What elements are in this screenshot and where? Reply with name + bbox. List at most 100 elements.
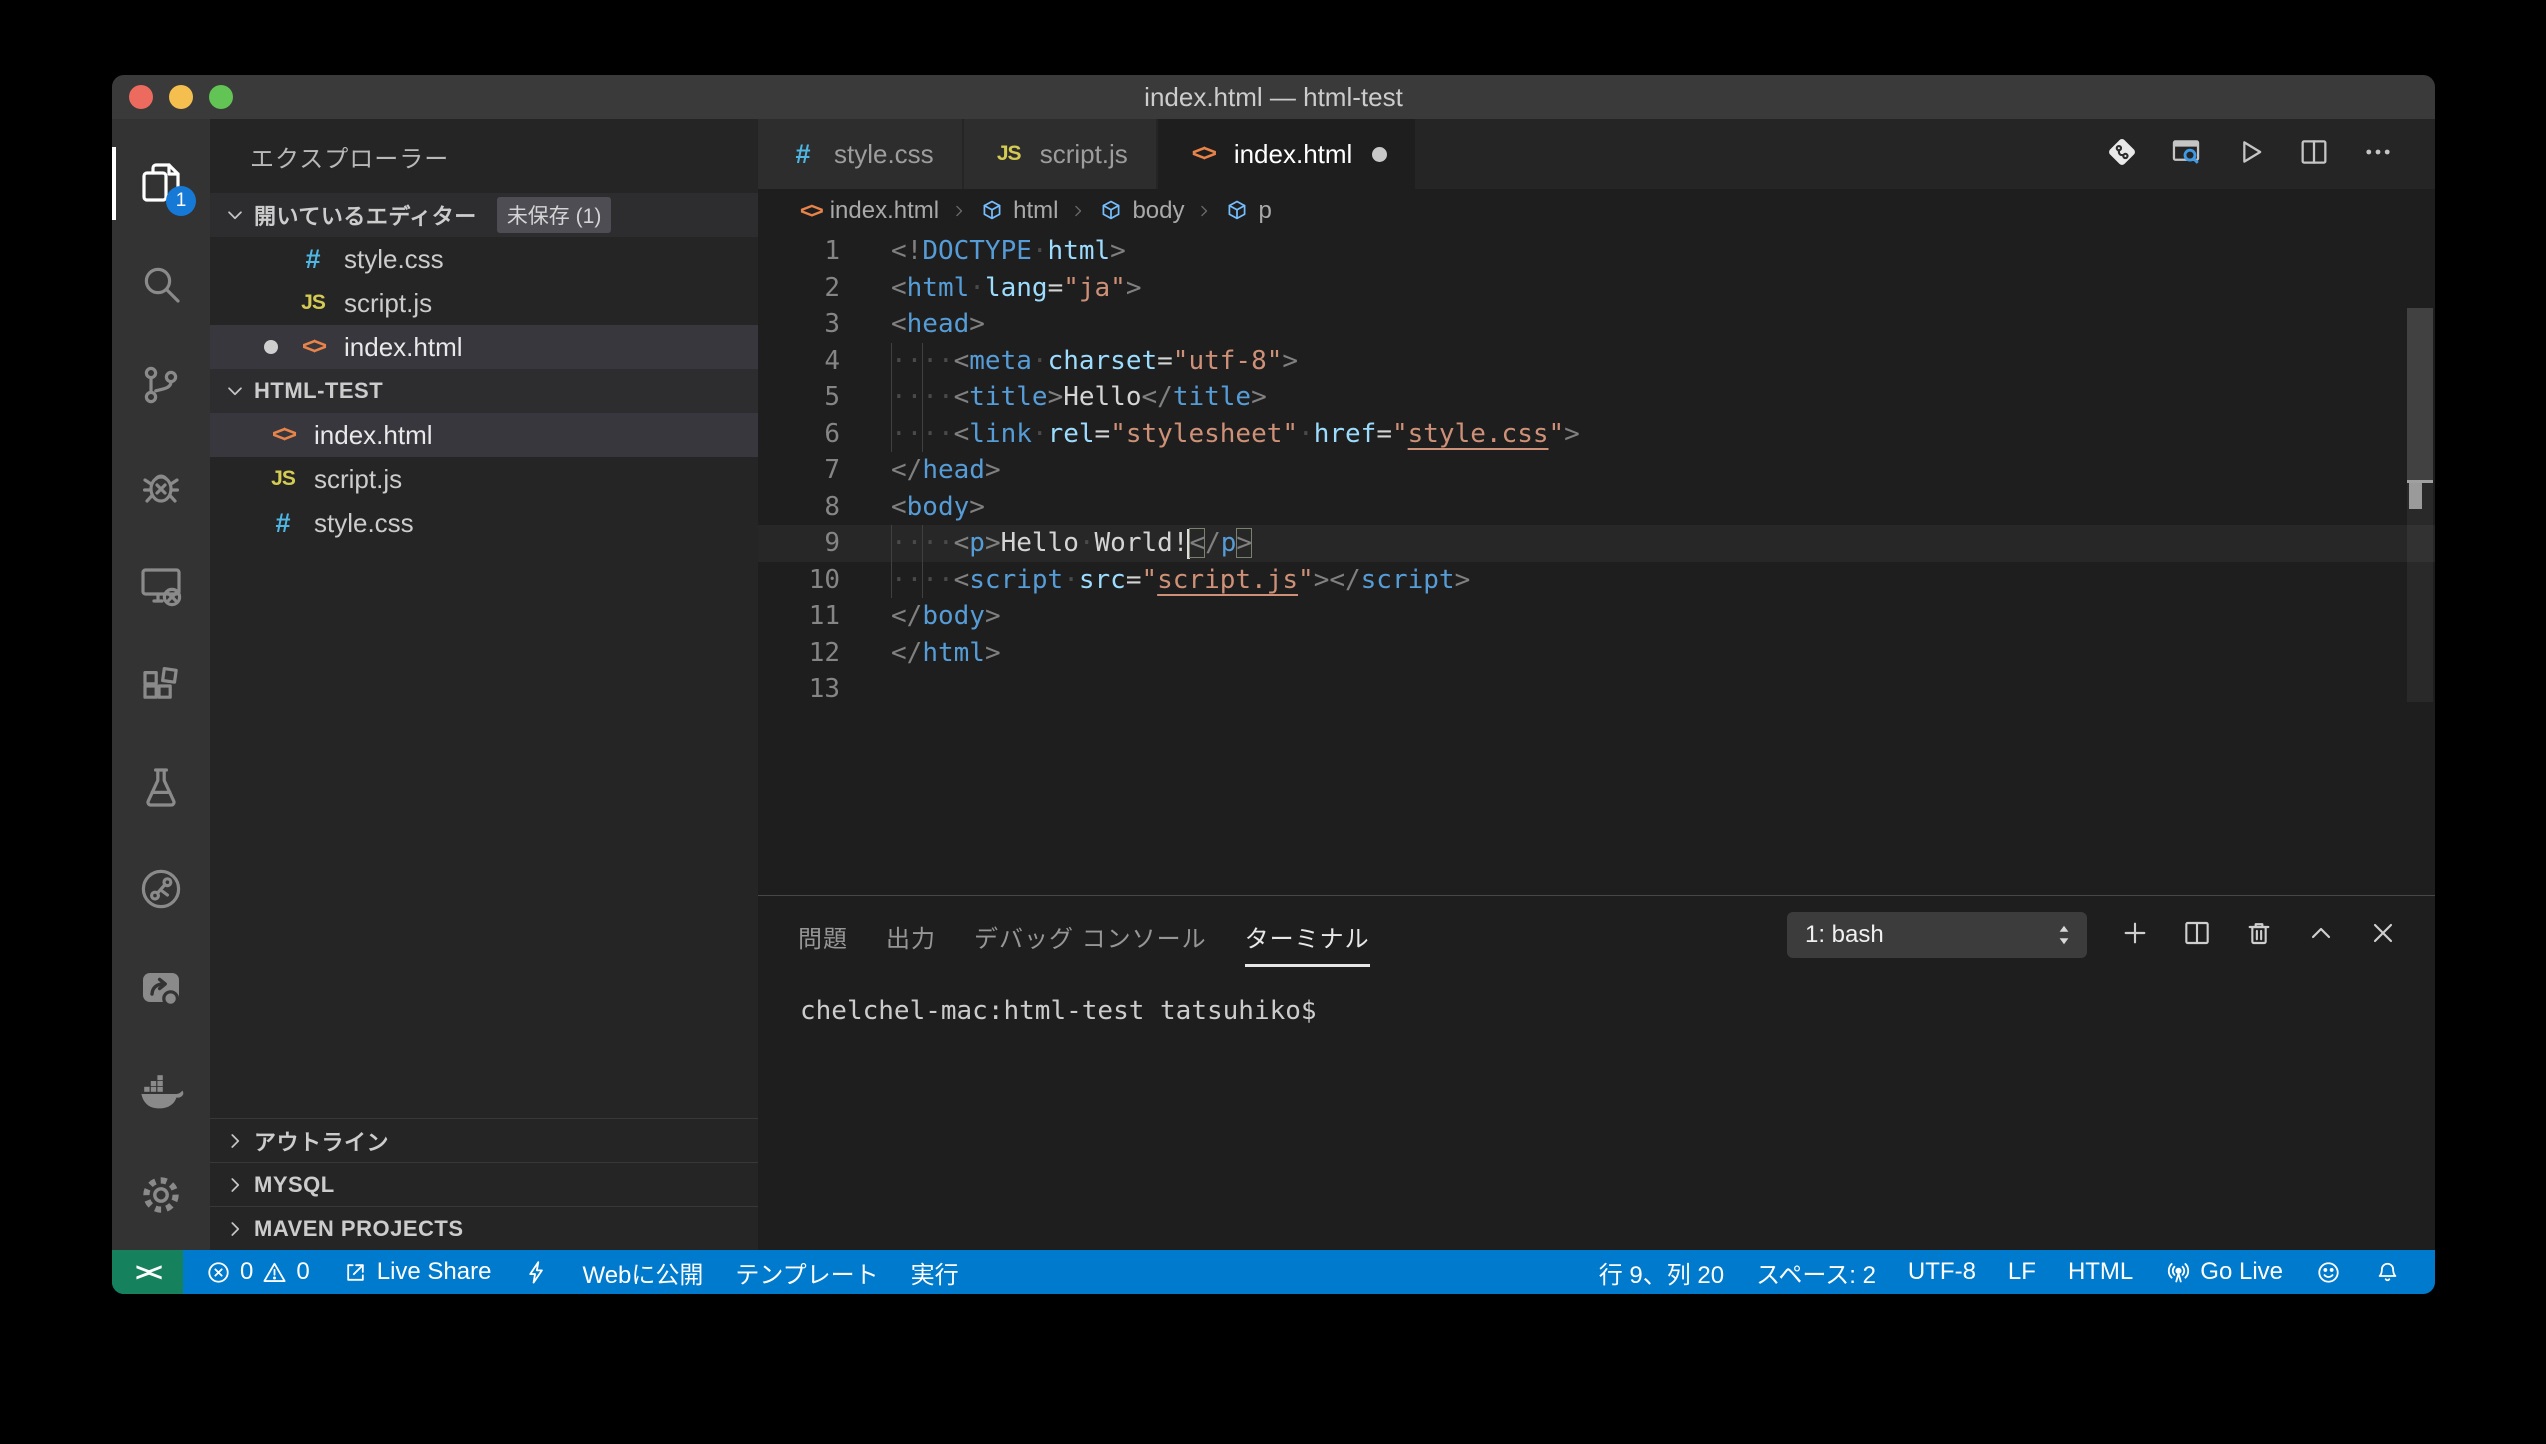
status-encoding[interactable]: UTF-8 [1892, 1250, 1992, 1294]
section-アウトライン[interactable]: アウトライン [210, 1118, 758, 1162]
code-line-10[interactable]: 10····<script·src="script.js"></script> [758, 562, 2435, 599]
preview-button[interactable] [2169, 135, 2203, 174]
code-line-7[interactable]: 7</head> [758, 452, 2435, 489]
css-file-icon: # [266, 508, 300, 539]
warning-icon [261, 1259, 288, 1286]
play-button[interactable] [2233, 135, 2267, 174]
close-window-button[interactable] [129, 85, 153, 109]
status-indentation[interactable]: スペース: 2 [1740, 1250, 1892, 1294]
line-number: 11 [758, 598, 858, 635]
file-script.js[interactable]: JSscript.js [210, 281, 758, 325]
activity-live-share[interactable] [112, 939, 210, 1040]
activity-extensions[interactable] [112, 637, 210, 738]
status-text: Go Live [2200, 1258, 2283, 1286]
css-file-icon: # [786, 139, 820, 170]
tab-index.html[interactable]: <>index.html [1158, 119, 1416, 189]
breadcrumb-index.html[interactable]: <>index.html [800, 197, 939, 225]
file-index.html[interactable]: <>index.html [210, 413, 758, 457]
remote-indicator[interactable]: >< [112, 1250, 183, 1294]
terminal[interactable]: chelchel-mac:html-test tatsuhiko$ [758, 974, 2435, 1250]
close-panel-button[interactable] [2367, 917, 2399, 954]
file-name-label: index.html [344, 332, 463, 363]
activity-explorer[interactable]: 1 [112, 133, 210, 234]
line-number: 6 [758, 416, 858, 453]
status-go-live[interactable]: Go Live [2149, 1250, 2299, 1294]
maximize-panel-button[interactable] [2305, 917, 2337, 954]
code-line-8[interactable]: 8<body> [758, 489, 2435, 526]
code-editor[interactable]: 1<!DOCTYPE·html>2<html·lang="ja">3<head>… [758, 233, 2435, 895]
split-button[interactable] [2297, 135, 2331, 174]
activity-test-explorer[interactable] [112, 737, 210, 838]
split-terminal-button[interactable] [2181, 917, 2213, 954]
line-number: 1 [758, 233, 858, 270]
zoom-window-button[interactable] [209, 85, 233, 109]
status-eol[interactable]: LF [1992, 1250, 2052, 1294]
panel-tab-problems[interactable]: 問題 [798, 903, 848, 967]
code-line-3[interactable]: 3<head> [758, 306, 2435, 343]
code-line-4[interactable]: 4····<meta·charset="utf-8"> [758, 343, 2435, 380]
live-share-icon [137, 965, 185, 1013]
tab-script.js[interactable]: JSscript.js [964, 119, 1156, 189]
activity-git-graph[interactable] [112, 838, 210, 939]
kill-terminal-button[interactable] [2243, 917, 2275, 954]
code-line-12[interactable]: 12</html> [758, 635, 2435, 672]
activity-debug[interactable] [112, 435, 210, 536]
section-mysql[interactable]: MYSQL [210, 1162, 758, 1206]
status-web-publish[interactable]: Webに公開 [566, 1250, 719, 1294]
open-editors-section-header[interactable]: 開いているエディター 未保存 (1) [210, 193, 758, 237]
code-line-11[interactable]: 11</body> [758, 598, 2435, 635]
status-run[interactable]: 実行 [895, 1250, 975, 1294]
status-live-share[interactable]: Live Share [326, 1250, 508, 1294]
status-cursor-position[interactable]: 行 9、列 20 [1583, 1250, 1740, 1294]
explorer-sidebar: エクスプローラー 開いているエディター 未保存 (1) #style.cssJS… [210, 119, 758, 1250]
breadcrumb-body[interactable]: body [1098, 197, 1184, 225]
ellipsis-button[interactable] [2361, 135, 2395, 174]
breadcrumb-html[interactable]: html [979, 197, 1058, 225]
panel-tab-output[interactable]: 出力 [886, 903, 936, 967]
activity-search[interactable] [112, 234, 210, 335]
git-compare-button[interactable] [2105, 135, 2139, 174]
project-section-header[interactable]: HTML-TEST [210, 369, 758, 413]
remote-explorer-icon [137, 562, 185, 610]
section-maven-projects[interactable]: MAVEN PROJECTS [210, 1206, 758, 1250]
minimize-window-button[interactable] [169, 85, 193, 109]
sidebar-bottom-sections: アウトラインMYSQLMAVEN PROJECTS [210, 1118, 758, 1250]
indent-guide [922, 379, 923, 416]
code-line-5[interactable]: 5····<title>Hello</title> [758, 379, 2435, 416]
cube-icon [1224, 198, 1250, 224]
file-script.js[interactable]: JSscript.js [210, 457, 758, 501]
status-publish-bolt[interactable] [507, 1250, 566, 1294]
activity-remote-explorer[interactable] [112, 536, 210, 637]
activity-source-control[interactable] [112, 334, 210, 435]
code-line-9[interactable]: 9····<p>Hello·World!</p> [758, 525, 2435, 562]
split-icon [2297, 135, 2331, 169]
tab-label: index.html [1234, 139, 1353, 170]
activity-docker[interactable] [112, 1040, 210, 1141]
activity-settings[interactable] [112, 1140, 210, 1250]
file-style.css[interactable]: #style.css [210, 237, 758, 281]
tab-style.css[interactable]: #style.css [758, 119, 962, 189]
terminal-picker[interactable]: 1: bash [1787, 912, 2087, 958]
panel-tab-debug-console[interactable]: デバッグ コンソール [974, 903, 1207, 967]
status-notifications[interactable] [2358, 1250, 2417, 1294]
status-feedback[interactable] [2299, 1250, 2358, 1294]
panel-tab-terminal[interactable]: ターミナル [1245, 903, 1370, 967]
file-index.html[interactable]: <>index.html [210, 325, 758, 369]
status-template[interactable]: テンプレート [719, 1250, 894, 1294]
project-label: HTML-TEST [254, 378, 383, 404]
status-text: HTML [2068, 1258, 2133, 1286]
code-text: </html> [858, 635, 1001, 672]
title-bar[interactable]: index.html — html-test [112, 75, 2435, 119]
breadcrumb-p[interactable]: p [1224, 197, 1271, 225]
status-language-mode[interactable]: HTML [2052, 1250, 2149, 1294]
indent-guide [891, 343, 892, 380]
breadcrumb-label: html [1013, 197, 1058, 225]
file-style.css[interactable]: #style.css [210, 501, 758, 545]
new-terminal-button[interactable] [2119, 917, 2151, 954]
status-problems-summary[interactable]: 00 [189, 1250, 326, 1294]
code-line-1[interactable]: 1<!DOCTYPE·html> [758, 233, 2435, 270]
file-name-label: script.js [344, 288, 432, 319]
code-line-13[interactable]: 13 [758, 671, 2435, 708]
code-line-2[interactable]: 2<html·lang="ja"> [758, 270, 2435, 307]
code-line-6[interactable]: 6····<link·rel="stylesheet"·href="style.… [758, 416, 2435, 453]
